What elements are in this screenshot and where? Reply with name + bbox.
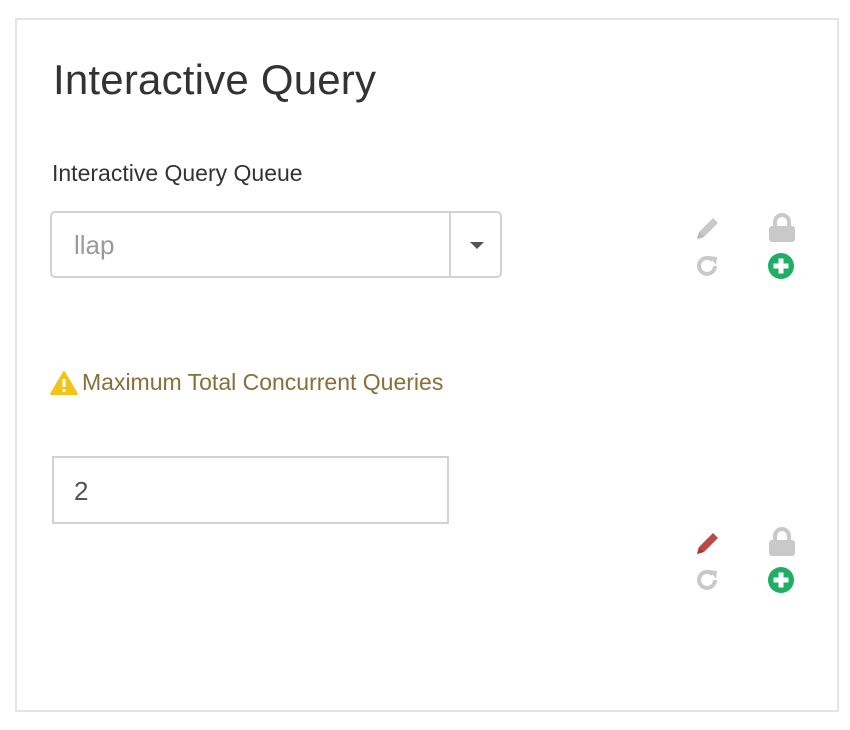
concurrent-queries-value: 2 <box>74 476 89 506</box>
concurrent-field-label: Maximum Total Concurrent Queries <box>82 369 444 395</box>
section-title: Interactive Query <box>53 56 377 103</box>
plus-circle-icon[interactable] <box>767 252 795 280</box>
select-divider <box>449 213 451 276</box>
config-panel <box>15 18 839 712</box>
pencil-icon[interactable] <box>693 528 723 558</box>
queue-select[interactable]: llap <box>50 211 502 278</box>
chevron-down-icon[interactable] <box>470 242 484 249</box>
lock-icon[interactable] <box>768 527 796 557</box>
undo-icon[interactable] <box>694 567 720 593</box>
concurrent-field-label-row: Maximum Total Concurrent Queries <box>50 369 443 396</box>
lock-icon[interactable] <box>768 213 796 243</box>
undo-icon[interactable] <box>694 253 720 279</box>
queue-select-value: llap <box>74 230 115 260</box>
warning-icon <box>50 370 78 396</box>
queue-field-label: Interactive Query Queue <box>52 160 303 186</box>
concurrent-queries-input[interactable]: 2 <box>52 456 449 524</box>
plus-circle-icon[interactable] <box>767 566 795 594</box>
pencil-icon[interactable] <box>693 213 723 243</box>
